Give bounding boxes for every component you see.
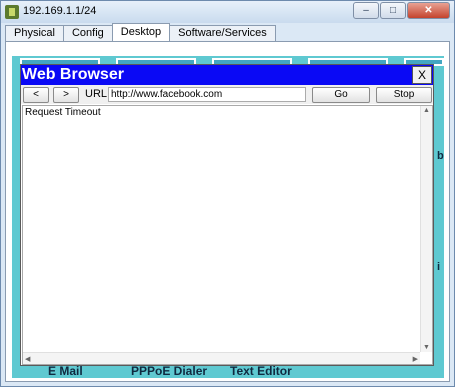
browser-title: Web Browser: [22, 66, 124, 83]
app-icon: [5, 5, 19, 19]
page-message: Request Timeout: [25, 107, 101, 118]
tab-software-services[interactable]: Software/Services: [169, 25, 276, 41]
window-title: 192.169.1.1/24: [23, 5, 97, 17]
text-editor-app-label[interactable]: Text Editor: [230, 364, 292, 378]
browser-toolbar: < > URL Go Stop: [21, 85, 433, 104]
maximize-button[interactable]: □: [380, 2, 406, 19]
stop-button[interactable]: Stop: [376, 87, 432, 103]
tab-bar: Physical Config Desktop Software/Service…: [5, 23, 276, 41]
url-input[interactable]: [108, 87, 306, 102]
browser-titlebar[interactable]: Web Browser X: [21, 65, 433, 85]
window-close-button[interactable]: ✕: [407, 2, 450, 19]
email-app-label[interactable]: E Mail: [48, 364, 83, 378]
desktop-label-fragment: b: [437, 150, 444, 162]
go-button[interactable]: Go: [312, 87, 370, 103]
scroll-down-icon[interactable]: ▼: [423, 344, 430, 351]
back-button[interactable]: <: [23, 87, 49, 103]
scroll-left-icon[interactable]: ◀: [25, 355, 30, 363]
vertical-scrollbar[interactable]: ▲ ▼: [420, 106, 432, 352]
browser-close-button[interactable]: X: [412, 66, 432, 84]
tab-physical[interactable]: Physical: [5, 25, 64, 41]
horizontal-scrollbar[interactable]: ◀ ▶: [23, 352, 420, 364]
scroll-up-icon[interactable]: ▲: [423, 107, 430, 114]
window-controls: – □ ✕: [352, 2, 450, 19]
window-titlebar[interactable]: 192.169.1.1/24 – □ ✕: [1, 1, 454, 23]
tab-desktop[interactable]: Desktop: [111, 23, 171, 41]
forward-button[interactable]: >: [53, 87, 79, 103]
web-browser-window: Web Browser X < > URL Go Stop Request Ti…: [20, 64, 434, 366]
tab-config[interactable]: Config: [62, 25, 113, 41]
minimize-button[interactable]: –: [353, 2, 379, 19]
desktop-label-fragment: i: [437, 261, 441, 273]
scroll-right-icon[interactable]: ▶: [413, 355, 418, 363]
url-label: URL: [85, 88, 108, 100]
pppoe-dialer-app-label[interactable]: PPPoE Dialer: [131, 364, 207, 378]
pc-window: 192.169.1.1/24 – □ ✕ Physical Config Des…: [0, 0, 455, 387]
browser-page-view: Request Timeout ▲ ▼ ◀ ▶: [22, 105, 433, 365]
